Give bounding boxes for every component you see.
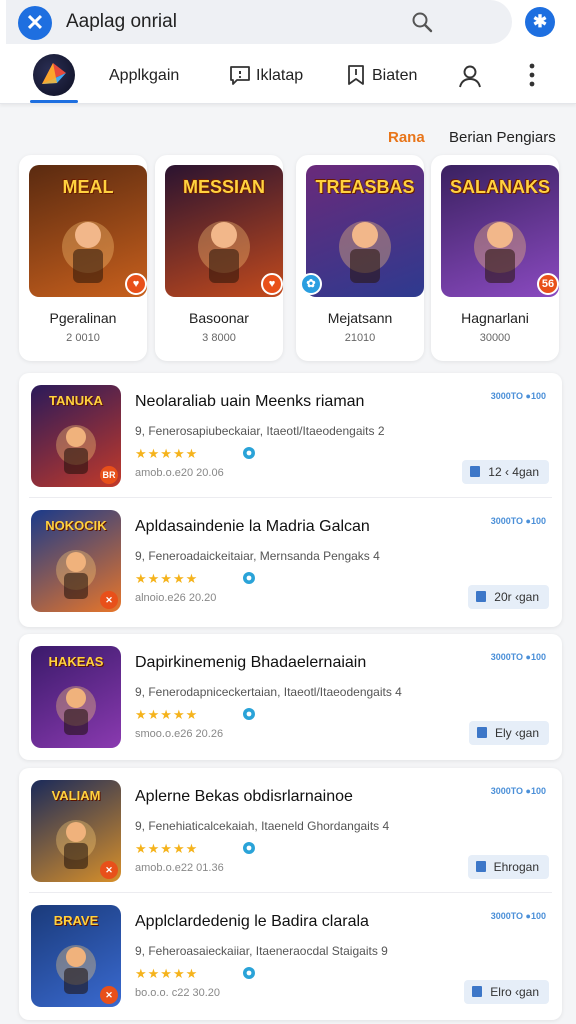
game-art-image [339,221,391,283]
get-button-label: 20r ‹gan [494,590,539,604]
item-title: Neolaraliab uain Meenks riaman [135,393,365,410]
app-logo-mark [42,63,66,84]
sort-option-active[interactable]: Rana [388,129,425,146]
item-badge: ✕ [100,591,118,609]
top-bar: ✕ Aaplag onrial ✱ [0,0,576,46]
featured-card[interactable]: MESSIAN ♥ Basoonar 3 8000 [155,155,283,361]
item-description: 9, Feheroasaieckaiiar, Itaeneraocdal Sta… [135,944,388,958]
get-button-label: 12 ‹ 4gan [488,465,539,479]
item-badge: BR [100,466,118,484]
featured-card[interactable]: MEAL ♥ Pgeralinan 2 0010 [19,155,147,361]
item-description: 9, Fenerodapniceckertaian, Itaeotl/Itaeo… [135,685,402,699]
item-tag: 3000TO ●100 [490,786,546,796]
item-meta: alnoio.e26 20.20 [135,592,217,604]
featured-badge-icon: 56 [537,273,559,295]
featured-count: 3 8000 [202,332,236,344]
star-rating: ★★★★★ [135,841,199,856]
sparkle-icon [243,967,255,979]
list-item[interactable]: HAKEAS Dapirkinemenig Bhadaelernaiain 9,… [19,634,562,759]
sparkle-icon [243,572,255,584]
top-action-button[interactable]: ✱ [525,7,555,37]
nav-bar: Applkgain Iklatap Biaten [0,46,576,104]
featured-card[interactable]: TREASBAS ✿ Mejatsann 21010 [296,155,424,361]
sparkle-icon [243,447,255,459]
star-rating: ★★★★★ [135,966,199,981]
featured-count: 30000 [479,332,511,344]
get-button[interactable]: Elro ‹gan [464,980,549,1004]
item-badge: ✕ [100,861,118,879]
get-button[interactable]: 20r ‹gan [468,585,549,609]
list-item[interactable]: TANUKA BR Neolaraliab uain Meenks riaman… [19,373,562,498]
tab-biaten[interactable]: Biaten [372,67,417,85]
featured-count: 2 0010 [66,332,100,344]
featured-name: Pgeralinan [49,310,117,326]
thumb-up-icon [476,727,487,738]
item-meta: bo.o.o. c22 30.20 [135,987,221,999]
item-title: Apldasaindenie la Madria Galcan [135,518,370,535]
item-thumbnail[interactable]: NOKOCIK ✕ [31,510,121,612]
item-meta: smoo.o.e26 20.26 [135,728,224,740]
featured-badge-icon: ♥ [125,273,147,295]
sparkle-icon [243,842,255,854]
item-description: 9, Fenehiaticalcekaiah, Itaeneld Ghordan… [135,819,390,833]
sparkle-icon [243,708,255,720]
item-meta: amob.o.e22 01.36 [135,862,224,874]
game-art-image [56,686,96,735]
get-button-label: Ely ‹gan [494,726,539,740]
tab-iklatap[interactable]: Iklatap [256,67,303,85]
thumb-up-icon [475,861,486,872]
item-title: Aplerne Bekas obdisrlarnainoe [135,788,353,805]
item-thumbnail[interactable]: HAKEAS [31,646,121,748]
sort-option-other[interactable]: Berian Pengiars [449,129,556,146]
thumb-up-icon [476,591,487,602]
featured-card[interactable]: SALANAKS 56 Hagnarlani 30000 [431,155,559,361]
active-tab-indicator [30,100,78,103]
get-button[interactable]: 12 ‹ 4gan [462,460,549,484]
item-tag: 3000TO ●100 [490,911,546,921]
item-badge: ✕ [100,986,118,1004]
get-button-label: Ehrogan [493,860,539,874]
get-button-label: Elro ‹gan [490,985,539,999]
person-icon[interactable] [457,63,483,89]
star-rating: ★★★★★ [135,707,199,722]
item-thumbnail[interactable]: VALIAM ✕ [31,780,121,882]
get-button[interactable]: Ely ‹gan [468,721,549,745]
list-item[interactable]: BRAVE ✕ Applclardedenig le Badira claral… [19,893,562,1018]
bookmark-icon[interactable] [344,63,368,87]
item-title: Dapirkinemenig Bhadaelernaiain [135,654,367,671]
item-thumbnail[interactable]: BRAVE ✕ [31,905,121,1007]
item-meta: amob.o.e20 20.06 [135,467,224,479]
list-item[interactable]: NOKOCIK ✕ Apldasaindenie la Madria Galca… [19,498,562,623]
more-icon[interactable] [526,62,538,88]
chat-icon[interactable] [228,63,252,87]
thumb-up-icon [472,986,483,997]
thumb-up-icon [470,466,481,477]
search-input[interactable]: Aaplag onrial [66,11,177,33]
close-button[interactable]: ✕ [18,6,52,40]
star-rating: ★★★★★ [135,446,199,461]
search-icon[interactable] [410,10,434,34]
featured-badge-icon: ♥ [261,273,283,295]
item-tag: 3000TO ●100 [490,516,546,526]
featured-thumbnail[interactable]: TREASBAS [306,165,424,297]
item-tag: 3000TO ●100 [490,652,546,662]
item-description: 9, Feneroadaickeitaiar, Mernsanda Pengak… [135,549,380,563]
item-description: 9, Fenerosapiubeckaiar, Itaeotl/Itaeoden… [135,424,385,438]
get-button[interactable]: Ehrogan [467,855,549,879]
star-rating: ★★★★★ [135,571,199,586]
featured-count: 21010 [344,332,376,344]
featured-name: Mejatsann [327,310,393,326]
tab-applkgain[interactable]: Applkgain [109,67,179,85]
featured-name: Hagnarlani [461,310,529,326]
featured-name: Basoonar [189,310,249,326]
featured-badge-icon: ✿ [300,273,322,295]
list-item[interactable]: VALIAM ✕ Aplerne Bekas obdisrlarnainoe 9… [19,768,562,893]
app-logo[interactable] [33,54,75,96]
item-title: Applclardedenig le Badira clarala [135,913,369,930]
item-thumbnail[interactable]: TANUKA BR [31,385,121,487]
item-tag: 3000TO ●100 [490,391,546,401]
